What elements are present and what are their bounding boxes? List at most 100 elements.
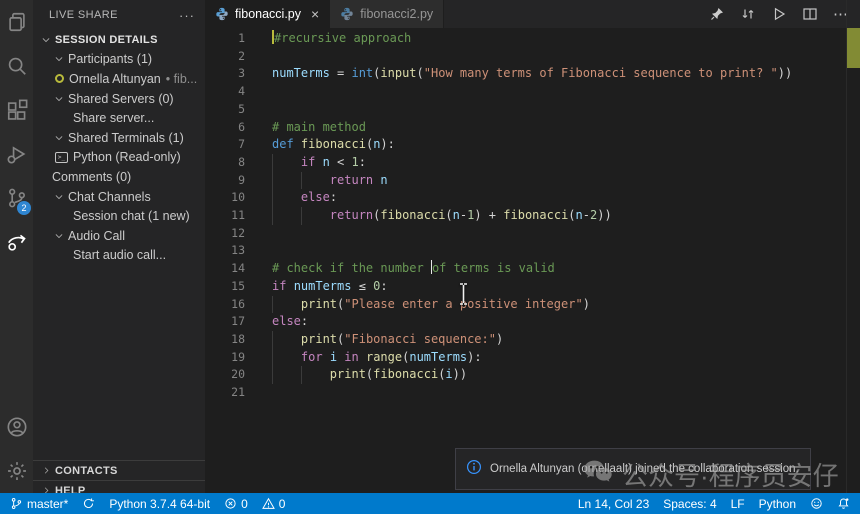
tree-item-chat-channels[interactable]: Chat Channels <box>33 187 205 207</box>
line-number[interactable]: 16 <box>205 296 245 314</box>
sidebar-section-help[interactable]: HELP <box>33 480 205 493</box>
activity-bar-item-settings[interactable] <box>0 449 33 493</box>
code-line[interactable]: 3numTerms = int(input("How many terms of… <box>205 65 860 83</box>
tab-fibonacci.py[interactable]: fibonacci.py× <box>205 0 330 28</box>
line-number[interactable]: 18 <box>205 331 245 349</box>
line-number[interactable]: 1 <box>205 30 245 48</box>
code-line[interactable]: 4 <box>205 83 860 101</box>
scm-badge: 2 <box>17 201 31 215</box>
participant-circle-icon <box>55 74 64 83</box>
notification-toast[interactable]: Ornella Altunyan (ornellaalt) joined the… <box>455 448 811 490</box>
activity-bar-item-extensions[interactable] <box>0 88 33 132</box>
liveshare-icon <box>6 231 28 253</box>
code-line[interactable]: 15if numTerms ≤ 0: <box>205 278 860 296</box>
code-line[interactable]: 6# main method <box>205 119 860 137</box>
status-git-branch[interactable]: master* <box>10 497 68 511</box>
status-eol[interactable]: LF <box>731 497 745 511</box>
status-cursor-position[interactable]: Ln 14, Col 23 <box>578 497 649 511</box>
code-line[interactable]: 2 <box>205 48 860 66</box>
activity-bar-item-search[interactable] <box>0 44 33 88</box>
line-number[interactable]: 15 <box>205 278 245 296</box>
status-notifications[interactable] <box>837 497 850 510</box>
code-line[interactable]: 18 print("Fibonacci sequence:") <box>205 331 860 349</box>
line-number[interactable]: 5 <box>205 101 245 119</box>
tree-item-participants-1[interactable]: Participants (1) <box>33 50 205 70</box>
tab-fibonacci2.py[interactable]: fibonacci2.py <box>330 0 444 28</box>
code-line[interactable]: 19 for i in range(numTerms): <box>205 349 860 367</box>
status-language-mode[interactable]: Python <box>759 497 796 511</box>
code-line[interactable]: 8 if n < 1: <box>205 154 860 172</box>
code-line[interactable]: 10 else: <box>205 189 860 207</box>
activity-bar: 2 <box>0 0 33 493</box>
activity-bar-item-source-control[interactable]: 2 <box>0 176 33 220</box>
code-line[interactable]: 21 <box>205 384 860 402</box>
code-line[interactable]: 16 print("Please enter a positive intege… <box>205 296 860 314</box>
code-editor[interactable]: 1#recursive approach23numTerms = int(inp… <box>205 28 860 493</box>
line-number[interactable]: 20 <box>205 366 245 384</box>
activity-bar-item-live-share[interactable] <box>0 220 33 264</box>
open-changes-button[interactable] <box>739 5 757 23</box>
code-line[interactable]: 12 <box>205 225 860 243</box>
code-line[interactable]: 5 <box>205 101 860 119</box>
pin-button[interactable] <box>708 5 726 23</box>
sidebar-header: LIVE SHARE ··· <box>33 0 205 30</box>
line-number[interactable]: 13 <box>205 242 245 260</box>
tree-item-comments-0[interactable]: Comments (0) <box>33 167 205 187</box>
run-python-file-button[interactable] <box>770 5 788 23</box>
activity-bar-item-run-and-debug[interactable] <box>0 132 33 176</box>
code-line[interactable]: 11 return(fibonacci(n-1) + fibonacci(n-2… <box>205 207 860 225</box>
tree-item-session-chat-1-new[interactable]: Session chat (1 new) <box>33 206 205 226</box>
participant-file-suffix: • fib... <box>166 72 197 86</box>
line-number[interactable]: 3 <box>205 65 245 83</box>
close-icon[interactable]: × <box>311 6 319 22</box>
session-details-tree: SESSION DETAILSParticipants (1)Ornella A… <box>33 30 205 265</box>
line-number[interactable]: 9 <box>205 172 245 190</box>
line-number[interactable]: 4 <box>205 83 245 101</box>
code-line[interactable]: 13 <box>205 242 860 260</box>
pin-icon <box>709 6 725 22</box>
gear-icon <box>6 460 28 482</box>
sidebar-section-contacts[interactable]: CONTACTS <box>33 460 205 480</box>
line-number[interactable]: 12 <box>205 225 245 243</box>
code-line[interactable]: 14# check if the number of terms is vali… <box>205 260 860 278</box>
status-indentation[interactable]: Spaces: 4 <box>663 497 716 511</box>
status-warnings[interactable]: 0 <box>262 497 286 511</box>
split-editor-button[interactable] <box>801 5 819 23</box>
tree-item-share-server[interactable]: Share server... <box>33 108 205 128</box>
line-number[interactable]: 10 <box>205 189 245 207</box>
tree-item-session-details[interactable]: SESSION DETAILS <box>33 30 205 50</box>
more-actions-button[interactable]: ⋯ <box>832 5 850 23</box>
line-number[interactable]: 21 <box>205 384 245 402</box>
line-number[interactable]: 19 <box>205 349 245 367</box>
line-number[interactable]: 8 <box>205 154 245 172</box>
code-line[interactable]: 1#recursive approach <box>205 30 860 48</box>
code-line[interactable]: 20 print(fibonacci(i)) <box>205 366 860 384</box>
line-number[interactable]: 14 <box>205 260 245 278</box>
tree-item-start-audio-call[interactable]: Start audio call... <box>33 246 205 266</box>
code-line[interactable]: 17else: <box>205 313 860 331</box>
line-number[interactable]: 2 <box>205 48 245 66</box>
status-sync[interactable] <box>82 497 95 510</box>
tree-item-shared-servers-0[interactable]: Shared Servers (0) <box>33 89 205 109</box>
chevron-right-icon <box>39 464 53 478</box>
extensions-icon <box>6 99 28 121</box>
status-errors[interactable]: 0 <box>224 497 248 511</box>
line-number[interactable]: 7 <box>205 136 245 154</box>
line-number[interactable]: 11 <box>205 207 245 225</box>
status-feedback[interactable] <box>810 497 823 510</box>
line-number[interactable]: 6 <box>205 119 245 137</box>
line-number[interactable]: 17 <box>205 313 245 331</box>
terminal-icon: >_ <box>55 152 68 163</box>
sidebar-more-actions-icon[interactable]: ··· <box>179 8 195 23</box>
run-icon <box>771 6 787 22</box>
tree-item-shared-terminals-1[interactable]: Shared Terminals (1) <box>33 128 205 148</box>
code-line[interactable]: 9 return n <box>205 172 860 190</box>
activity-bar-item-explorer[interactable] <box>0 0 33 44</box>
tree-item-python-read-only[interactable]: >_Python (Read-only) <box>33 148 205 168</box>
chevron-down-icon <box>52 92 66 106</box>
activity-bar-item-accounts[interactable] <box>0 405 33 449</box>
tree-item-audio-call[interactable]: Audio Call <box>33 226 205 246</box>
tree-item-ornella-altunyan[interactable]: Ornella Altunyan• fib... <box>33 69 205 89</box>
code-line[interactable]: 7def fibonacci(n): <box>205 136 860 154</box>
status-python-interpreter[interactable]: Python 3.7.4 64-bit <box>109 497 210 511</box>
